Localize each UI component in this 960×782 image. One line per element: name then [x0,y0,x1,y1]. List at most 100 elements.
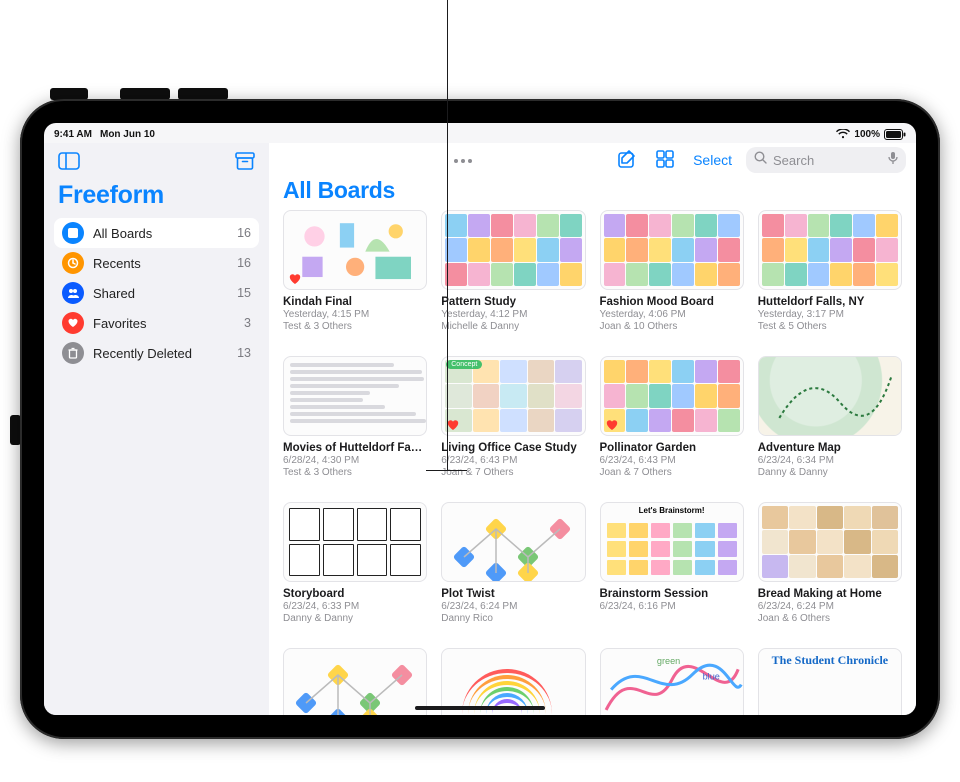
board-thumbnail [758,210,902,290]
board-title: Bread Making at Home [758,588,902,601]
sidebar-item-count: 16 [237,256,251,270]
sidebar-item-label: Recently Deleted [93,346,192,361]
board-share: Test & 3 Others [283,467,427,479]
home-indicator[interactable] [415,706,545,710]
board-date: 6/23/24, 6:43 PM [600,455,744,467]
sidebar-item-count: 3 [244,316,251,330]
board-share: Test & 3 Others [283,321,427,333]
board-date: 6/23/24, 6:16 PM [600,601,744,613]
board-thumbnail: green blue [600,648,744,715]
archive-button[interactable] [231,148,259,177]
app-title: Freeform [58,181,255,210]
dictation-icon[interactable] [888,151,898,170]
select-button[interactable]: Select [689,152,736,168]
status-bar: 9:41 AM Mon Jun 10 100% [44,123,916,143]
board-thumbnail [441,502,585,582]
status-time: 9:41 AM [54,129,92,140]
search-placeholder: Search [773,153,882,168]
board-card[interactable]: Pattern StudyYesterday, 4:12 PMMichelle … [441,210,585,346]
board-card[interactable]: Pollinator Garden6/23/24, 6:43 PMJoan & … [600,356,744,492]
board-card[interactable]: ConceptLiving Office Case Study6/23/24, … [441,356,585,492]
favorite-heart-icon [288,272,302,286]
board-thumbnail [758,356,902,436]
board-date: 6/23/24, 6:33 PM [283,601,427,613]
board-card[interactable]: Kindah FinalYesterday, 4:15 PMTest & 3 O… [283,210,427,346]
sidebar-item-shared[interactable]: Shared 15 [54,278,259,308]
board-card[interactable]: Fashion Mood BoardYesterday, 4:06 PMJoan… [600,210,744,346]
sidebar-item-label: Favorites [93,316,146,331]
search-icon [754,151,767,169]
battery-percent: 100% [854,129,880,140]
board-thumbnail: Let's Brainstorm! [600,502,744,582]
battery-icon [884,129,906,140]
board-title: Kindah Final [283,296,427,309]
board-thumbnail [283,648,427,715]
board-card[interactable]: Storyboard6/23/24, 6:33 PMDanny & Danny [283,502,427,638]
view-options-button[interactable] [651,145,679,176]
sidebar-item-count: 15 [237,286,251,300]
board-title: Living Office Case Study [441,442,585,455]
toggle-sidebar-button[interactable] [54,148,84,177]
board-card[interactable]: Adventure Map6/23/24, 6:34 PMDanny & Dan… [758,356,902,492]
board-thumbnail [283,502,427,582]
ipad-device-frame: 9:41 AM Mon Jun 10 100% [20,99,940,739]
board-title: Storyboard [283,588,427,601]
board-date: 6/23/24, 6:24 PM [758,601,902,613]
board-share: Danny & Danny [283,613,427,625]
sidebar-item-all-boards-icon [62,222,84,244]
sidebar-icon [58,152,80,170]
board-share: Test & 5 Others [758,321,902,333]
board-title: Adventure Map [758,442,902,455]
board-share: Danny & Danny [758,467,902,479]
favorite-heart-icon [605,418,619,432]
board-card[interactable]: Bread Making at Home6/23/24, 6:24 PMJoan… [758,502,902,638]
board-share: Joan & 10 Others [600,321,744,333]
sidebar-item-all-boards[interactable]: All Boards16 [54,218,259,248]
board-thumbnail [758,502,902,582]
board-share: Michelle & Danny [441,321,585,333]
board-share: Joan & 7 Others [600,467,744,479]
callout-pointer-line [447,0,448,470]
board-title: Fashion Mood Board [600,296,744,309]
board-date: 6/23/24, 6:24 PM [441,601,585,613]
board-card[interactable]: Movies of Hutteldorf Fa…6/28/24, 4:30 PM… [283,356,427,492]
board-card[interactable]: Let's Brainstorm!Brainstorm Session6/23/… [600,502,744,638]
board-thumbnail: The Student Chronicle [758,648,902,715]
board-share: Joan & 6 Others [758,613,902,625]
sidebar-item-label: All Boards [93,226,152,241]
svg-text:blue: blue [702,671,719,681]
search-field[interactable]: Search [746,147,906,173]
board-card[interactable]: Hutteldorf Falls, NYYesterday, 3:17 PMTe… [758,210,902,346]
sidebar-item-recents-icon [62,252,84,274]
board-date: Yesterday, 3:17 PM [758,309,902,321]
sidebar-item-label: Shared [93,286,135,301]
callout-pointer-foot [426,470,467,471]
board-title: Movies of Hutteldorf Fa… [283,442,427,455]
screen: 9:41 AM Mon Jun 10 100% [44,123,916,715]
sidebar-item-recently-deleted-icon [62,342,84,364]
wifi-icon [836,129,850,139]
archivebox-icon [235,152,255,170]
board-thumbnail [441,210,585,290]
grid-icon [655,149,675,169]
board-card[interactable]: Plot Twist6/23/24, 6:24 PMDanny Rico [441,502,585,638]
board-card[interactable]: green blue [600,648,744,715]
main-toolbar: Select Search [269,143,916,173]
board-date: 6/23/24, 6:34 PM [758,455,902,467]
sidebar: Freeform All Boards16Recents16Shared15Fa… [44,143,269,715]
more-icon[interactable] [453,151,473,169]
sidebar-item-recents[interactable]: Recents16 [54,248,259,278]
board-card[interactable] [283,648,427,715]
svg-text:green: green [656,656,679,666]
new-board-button[interactable] [613,145,641,176]
board-card[interactable] [441,648,585,715]
compose-icon [617,149,637,169]
favorite-heart-icon [446,418,460,432]
board-share: Danny Rico [441,613,585,625]
board-grid: Kindah FinalYesterday, 4:15 PMTest & 3 O… [269,210,916,715]
status-date: Mon Jun 10 [100,129,155,140]
board-card[interactable]: The Student Chronicle [758,648,902,715]
sidebar-item-recently-deleted[interactable]: Recently Deleted13 [54,338,259,368]
board-thumbnail [283,210,427,290]
sidebar-item-favorites[interactable]: Favorites 3 [54,308,259,338]
